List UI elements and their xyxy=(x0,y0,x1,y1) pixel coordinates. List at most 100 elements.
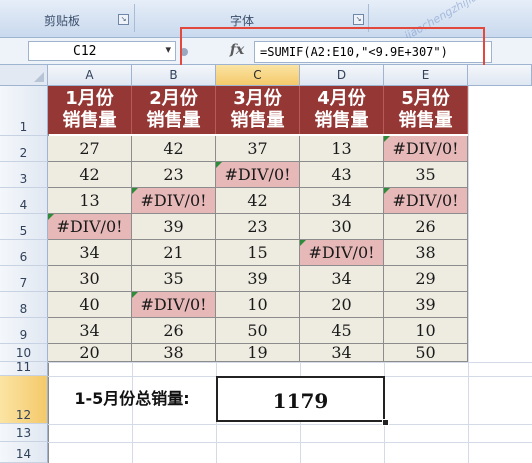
row-number: 5 xyxy=(19,224,28,238)
cell-e5[interactable]: 26 xyxy=(384,214,468,240)
row-header-14[interactable]: 14 xyxy=(0,442,48,463)
header-cell-a[interactable]: 1月份 销售量 xyxy=(48,86,132,134)
cell-c5[interactable]: 23 xyxy=(216,214,300,240)
cell-c6[interactable]: 15 xyxy=(216,240,300,266)
cell-b7[interactable]: 35 xyxy=(132,266,216,292)
cell-c3[interactable]: #DIV/0! xyxy=(216,162,300,188)
total-value: 1179 xyxy=(272,389,329,413)
column-header-a[interactable]: A xyxy=(48,65,132,86)
row-header-11[interactable]: 11 xyxy=(0,360,48,376)
cell-c7[interactable]: 39 xyxy=(216,266,300,292)
row-number: 7 xyxy=(19,276,28,290)
row-number: 4 xyxy=(19,198,28,212)
cell-d3[interactable]: 43 xyxy=(300,162,384,188)
row-header-2[interactable]: 2 xyxy=(0,136,48,162)
cell-a9[interactable]: 34 xyxy=(48,318,132,344)
row-number: 11 xyxy=(15,360,32,374)
cell-e9[interactable]: 10 xyxy=(384,318,468,344)
header-cell-line: 销售量 xyxy=(62,110,117,131)
select-all-corner[interactable] xyxy=(0,65,48,86)
header-cell-line: 5月份 xyxy=(401,88,450,109)
cell-b6[interactable]: 21 xyxy=(132,240,216,266)
cell-c2[interactable]: 37 xyxy=(216,136,300,162)
header-cell-b[interactable]: 2月份 销售量 xyxy=(132,86,216,134)
header-cell-c[interactable]: 3月份 销售量 xyxy=(216,86,300,134)
cell-a4[interactable]: 13 xyxy=(48,188,132,214)
chevron-down-icon[interactable]: ▾ xyxy=(165,43,171,56)
cell-d5[interactable]: 30 xyxy=(300,214,384,240)
cell-b4[interactable]: #DIV/0! xyxy=(132,188,216,214)
row-header-7[interactable]: 7 xyxy=(0,266,48,292)
cell-c10[interactable]: 19 xyxy=(216,344,300,362)
header-cell-line: 3月份 xyxy=(233,88,282,109)
cell-a3[interactable]: 42 xyxy=(48,162,132,188)
row-header-1[interactable]: 1 xyxy=(0,86,48,136)
cell-d9[interactable]: 45 xyxy=(300,318,384,344)
row-header-5[interactable]: 5 xyxy=(0,214,48,240)
cell-a6[interactable]: 34 xyxy=(48,240,132,266)
row-header-9[interactable]: 9 xyxy=(0,318,48,344)
total-label-cell[interactable]: 1-5月份总销量: xyxy=(49,375,215,423)
row-number: 13 xyxy=(15,426,32,440)
header-cell-line: 销售量 xyxy=(230,110,285,131)
total-cell-selected[interactable]: 1179 xyxy=(216,376,385,422)
header-cell-line: 1月份 xyxy=(65,88,114,109)
row-header-13[interactable]: 13 xyxy=(0,424,48,442)
cell-e7[interactable]: 29 xyxy=(384,266,468,292)
name-box[interactable]: C12 ▾ xyxy=(28,41,176,61)
column-header-b[interactable]: B xyxy=(132,65,216,86)
column-header-e[interactable]: E xyxy=(384,65,468,86)
cell-b8[interactable]: #DIV/0! xyxy=(132,292,216,318)
row-header-4[interactable]: 4 xyxy=(0,188,48,214)
cell-b9[interactable]: 26 xyxy=(132,318,216,344)
header-cell-line: 销售量 xyxy=(146,110,201,131)
column-header-d[interactable]: D xyxy=(300,65,384,86)
cell-e4[interactable]: #DIV/0! xyxy=(384,188,468,214)
cell-d2[interactable]: 13 xyxy=(300,136,384,162)
ribbon-separator xyxy=(134,4,135,32)
row-number: 1 xyxy=(19,120,28,134)
cell-e8[interactable]: 39 xyxy=(384,292,468,318)
gridline xyxy=(48,424,532,425)
cell-a7[interactable]: 30 xyxy=(48,266,132,292)
cell-a5[interactable]: #DIV/0! xyxy=(48,214,132,240)
header-cell-d[interactable]: 4月份 销售量 xyxy=(300,86,384,134)
cell-c4[interactable]: 42 xyxy=(216,188,300,214)
cell-e6[interactable]: 38 xyxy=(384,240,468,266)
cell-c9[interactable]: 50 xyxy=(216,318,300,344)
cell-c8[interactable]: 10 xyxy=(216,292,300,318)
cell-d10[interactable]: 34 xyxy=(300,344,384,362)
row-header-6[interactable]: 6 xyxy=(0,240,48,266)
cell-a10[interactable]: 20 xyxy=(48,344,132,362)
font-launcher-icon[interactable]: ↘ xyxy=(353,14,364,25)
cell-b10[interactable]: 38 xyxy=(132,344,216,362)
gridline xyxy=(48,362,532,363)
header-cell-line: 销售量 xyxy=(314,110,369,131)
cell-d8[interactable]: 20 xyxy=(300,292,384,318)
cell-e10[interactable]: 50 xyxy=(384,344,468,362)
row-number: 6 xyxy=(19,250,28,264)
cell-e3[interactable]: 35 xyxy=(384,162,468,188)
cell-a8[interactable]: 40 xyxy=(48,292,132,318)
ribbon-group-clipboard[interactable]: 剪贴板 xyxy=(44,12,80,29)
header-cell-e[interactable]: 5月份 销售量 xyxy=(384,86,468,134)
fill-handle[interactable] xyxy=(382,419,389,426)
name-box-value: C12 xyxy=(73,44,97,59)
row-header-3[interactable]: 3 xyxy=(0,162,48,188)
cell-e2[interactable]: #DIV/0! xyxy=(384,136,468,162)
column-header-c[interactable]: C xyxy=(216,65,300,86)
cell-b2[interactable]: 42 xyxy=(132,136,216,162)
column-header-next[interactable] xyxy=(468,65,532,86)
gridline xyxy=(468,86,469,362)
cell-d7[interactable]: 34 xyxy=(300,266,384,292)
row-number: 3 xyxy=(19,172,28,186)
row-header-12[interactable]: 12 xyxy=(0,376,48,424)
cell-d6[interactable]: #DIV/0! xyxy=(300,240,384,266)
cell-b3[interactable]: 23 xyxy=(132,162,216,188)
row-number: 2 xyxy=(19,146,28,160)
row-header-8[interactable]: 8 xyxy=(0,292,48,318)
cell-d4[interactable]: 34 xyxy=(300,188,384,214)
cell-a2[interactable]: 27 xyxy=(48,136,132,162)
cell-b5[interactable]: 39 xyxy=(132,214,216,240)
clipboard-launcher-icon[interactable]: ↘ xyxy=(118,14,129,25)
